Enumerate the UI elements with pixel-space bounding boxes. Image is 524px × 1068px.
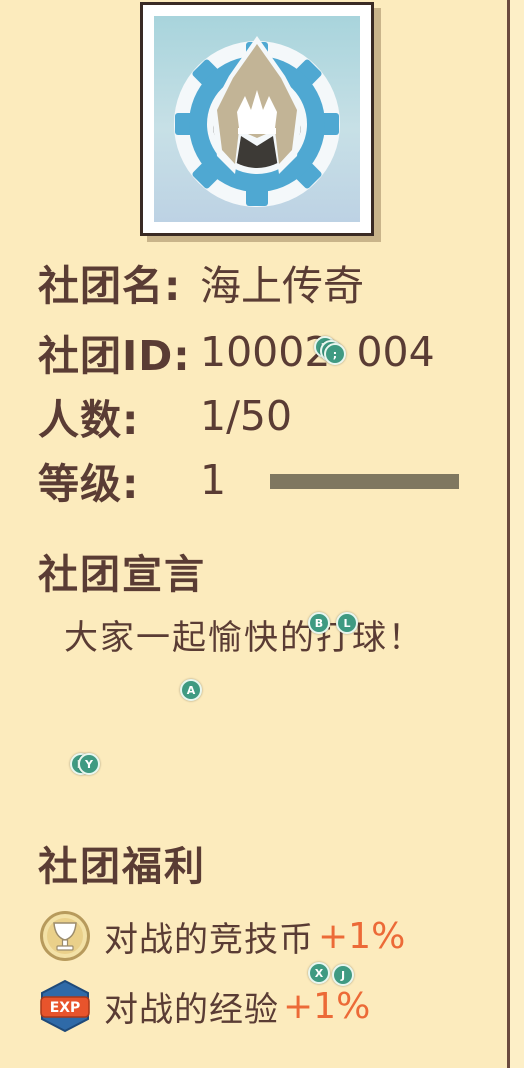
club-emblem — [140, 2, 374, 236]
club-name-row: 社团名: 海上传奇 — [38, 254, 364, 310]
club-members-value: 1/50 — [200, 392, 293, 440]
declaration-text: 大家一起愉快的打球！ — [64, 618, 424, 658]
club-members-label: 人数: — [38, 396, 140, 444]
marker-semicolon[interactable]: ; — [324, 343, 346, 365]
declaration-title: 社团宣言 — [38, 552, 206, 598]
benefit-bonus: +1% — [318, 915, 406, 957]
svg-text:EXP: EXP — [50, 1000, 81, 1016]
club-name-label: 社团名: — [38, 262, 182, 310]
marker-y[interactable]: Y — [78, 753, 100, 775]
club-level-value: 1 — [200, 456, 227, 504]
club-id-label: 社团ID: — [38, 332, 191, 380]
benefit-item-exp: EXP 对战的经验 +1% — [38, 978, 370, 1034]
marker-x[interactable]: X — [308, 962, 330, 984]
marker-j[interactable]: J — [332, 964, 354, 986]
benefit-bonus: +1% — [283, 985, 371, 1027]
benefit-label: 对战的竞技币 — [104, 919, 314, 960]
exp-badge-icon: EXP — [38, 979, 92, 1033]
panel-right-border — [507, 0, 524, 1068]
club-name-value: 海上传奇 — [200, 262, 364, 310]
benefit-item-coins: 对战的竞技币 +1% — [38, 908, 405, 964]
marker-a[interactable]: A — [180, 679, 202, 701]
club-id-row: 社团ID: 10002 004 — [38, 324, 435, 380]
level-progress-bar — [270, 474, 459, 489]
club-level-row: 等级: 1 — [38, 452, 226, 508]
trophy-coin-icon — [38, 909, 92, 963]
benefits-title: 社团福利 — [38, 844, 206, 890]
benefit-label: 对战的经验 — [104, 989, 279, 1030]
marker-l[interactable]: L — [336, 612, 358, 634]
crown-gear-emblem-icon — [174, 36, 340, 207]
club-members-row: 人数: 1/50 — [38, 388, 292, 444]
marker-b[interactable]: B — [308, 612, 330, 634]
club-level-label: 等级: — [38, 460, 140, 508]
